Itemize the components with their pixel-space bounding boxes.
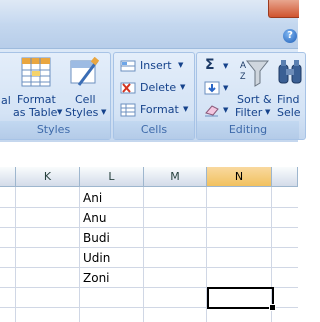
column-header-k[interactable]: K — [16, 167, 80, 187]
chevron-down-icon: ▼ — [57, 108, 63, 116]
cells-group: Insert ▼ Delete ▼ Format ▼ Cells — [113, 52, 195, 140]
autosum-button[interactable]: Σ ▼ — [203, 57, 231, 75]
chevron-down-icon: ▼ — [180, 83, 186, 91]
column-header-next[interactable] — [272, 167, 298, 187]
cell-l-4[interactable]: Udin — [83, 248, 143, 268]
funnel-icon: A Z — [240, 60, 269, 87]
editing-group-label: Editing — [197, 121, 299, 139]
grid-line — [0, 247, 298, 248]
fill-icon — [204, 81, 220, 95]
title-bar — [0, 0, 299, 23]
sort-filter-label-1: Sort & — [237, 93, 272, 106]
styles-group: al Format as Table ▼ Cell Styles ▼ Style… — [0, 52, 111, 140]
format-cells-icon — [120, 103, 136, 117]
formula-bar-area — [0, 142, 298, 168]
chevron-down-icon: ▼ — [223, 62, 229, 70]
chevron-down-icon: ▼ — [223, 106, 229, 114]
cell-l-5[interactable]: Zoni — [83, 268, 143, 288]
format-as-table-button[interactable]: Format as Table ▼ — [13, 55, 63, 119]
chevron-down-icon: ▼ — [178, 61, 184, 69]
conditional-formatting-label[interactable]: al — [1, 94, 11, 107]
cell-styles-label-2: Styles — [65, 106, 99, 119]
fill-handle[interactable] — [269, 304, 276, 311]
editing-group: Σ ▼ ▼ ▼ A Z Sort & Filter ▼ Find Sele Ed… — [196, 52, 306, 140]
column-header-n[interactable]: N — [207, 167, 272, 187]
format-as-table-label-2: as Table — [13, 106, 58, 119]
insert-cells-icon — [120, 60, 136, 72]
find-select-button[interactable]: Find Sele — [275, 55, 305, 119]
cell-styles-icon — [70, 57, 99, 86]
chevron-down-icon: ▼ — [183, 105, 189, 113]
chevron-down-icon: ▼ — [101, 108, 107, 116]
ribbon-tab-strip — [0, 23, 298, 48]
cell-l-1[interactable]: Ani — [83, 188, 143, 208]
help-icon[interactable]: ? — [283, 29, 297, 43]
grid-line — [0, 267, 298, 268]
format-button[interactable]: Format ▼ — [120, 101, 190, 119]
chevron-down-icon: ▼ — [265, 108, 271, 116]
find-select-label-1: Find — [277, 93, 300, 106]
chevron-down-icon: ▼ — [223, 84, 229, 92]
sort-filter-button[interactable]: A Z Sort & Filter ▼ — [233, 55, 273, 119]
close-window-button[interactable] — [268, 0, 299, 18]
eraser-icon — [205, 105, 219, 117]
sigma-icon: Σ — [205, 57, 215, 73]
insert-button[interactable]: Insert ▼ — [120, 57, 190, 75]
cell-styles-label-1: Cell — [75, 93, 96, 106]
format-as-table-icon — [21, 57, 51, 87]
cell-l-2[interactable]: Anu — [83, 208, 143, 228]
column-header-corner — [0, 167, 16, 187]
cell-styles-button[interactable]: Cell Styles ▼ — [63, 55, 107, 119]
svg-text:Z: Z — [240, 71, 246, 81]
delete-cells-icon — [120, 82, 136, 94]
binoculars-icon — [278, 60, 302, 84]
cells-group-label: Cells — [114, 121, 194, 139]
ribbon: al Format as Table ▼ Cell Styles ▼ Style… — [0, 48, 306, 143]
delete-button[interactable]: Delete ▼ — [120, 79, 190, 97]
sort-filter-label-2: Filter — [235, 106, 263, 119]
cell-l-3[interactable]: Budi — [83, 228, 143, 248]
insert-label: Insert — [140, 59, 172, 72]
find-select-label-2: Sele — [277, 106, 301, 119]
active-cell[interactable] — [207, 287, 274, 309]
grid-line — [0, 227, 298, 228]
column-header-l[interactable]: L — [80, 167, 144, 187]
fill-button[interactable]: ▼ — [203, 79, 231, 97]
grid-line — [0, 207, 298, 208]
clear-button[interactable]: ▼ — [203, 101, 231, 119]
styles-group-label: Styles — [0, 121, 110, 139]
format-label: Format — [140, 103, 179, 116]
delete-label: Delete — [140, 81, 177, 94]
column-header-m[interactable]: M — [144, 167, 207, 187]
format-as-table-label-1: Format — [17, 93, 56, 106]
svg-text:A: A — [240, 60, 246, 70]
